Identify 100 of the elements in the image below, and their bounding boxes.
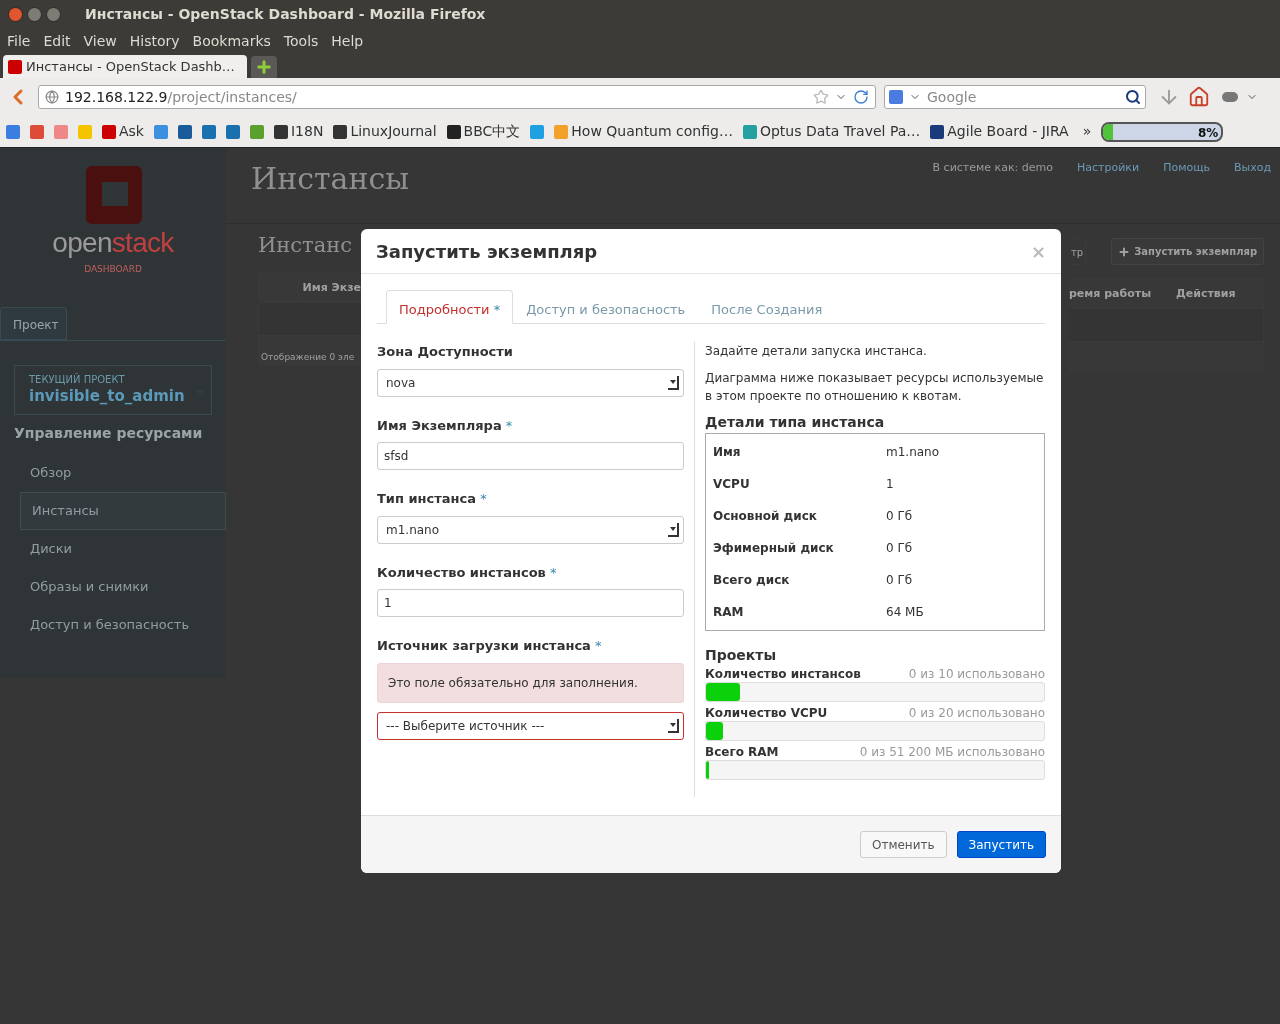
- quota-label: Всего RAM: [705, 744, 780, 760]
- bookmark-link[interactable]: Optus Data Travel Pa…: [742, 121, 921, 142]
- nav-item[interactable]: Доступ и безопасность: [0, 605, 226, 644]
- column-header: ремя работы: [1069, 286, 1153, 302]
- favicon-icon: [226, 124, 240, 139]
- table-cell-text: Всего диск: [713, 572, 791, 589]
- browser-tab[interactable]: Инстансы - OpenStack Dashb…: [3, 55, 247, 78]
- table-cell-text: 0 Гб: [886, 508, 913, 525]
- bookmark-button[interactable]: [178, 124, 192, 139]
- url-text: 192.168.122.9/project/instances/: [65, 87, 297, 107]
- description-text: Диаграмма ниже показывает ресурсы используемые в этом проекте по отношению к квотам.: [705, 370, 1045, 405]
- bookmark-link[interactable]: BBC中文: [446, 121, 521, 142]
- favicon-icon: [78, 124, 92, 139]
- favicon-icon: [30, 124, 44, 139]
- favicon-icon: [250, 124, 264, 139]
- quota-label: Количество инстансов: [705, 666, 862, 682]
- bookmark-button[interactable]: [202, 124, 216, 139]
- modal-title: Запустить экземпляр: [376, 239, 599, 264]
- search-field[interactable]: Google: [884, 85, 1146, 109]
- text-field[interactable]: sfsd: [377, 442, 684, 470]
- search-engine-icon: [889, 90, 903, 104]
- favicon-icon: [742, 124, 757, 139]
- header-link[interactable]: Помощь: [1163, 160, 1210, 177]
- menu-item[interactable]: File: [7, 30, 31, 52]
- maximize-button[interactable]: [46, 6, 61, 22]
- menu-item[interactable]: History: [129, 30, 180, 52]
- table-cell-text: Имя: [713, 444, 742, 461]
- favicon-icon: [202, 124, 216, 139]
- select-field[interactable]: m1.nano: [377, 515, 684, 544]
- star-icon[interactable]: [813, 89, 829, 105]
- bookmark-link[interactable]: How Quantum config…: [554, 121, 733, 142]
- globe-icon: [45, 90, 59, 104]
- bookmark-button[interactable]: [530, 124, 545, 139]
- launch-button[interactable]: Запустить: [956, 831, 1046, 858]
- bookmark-button[interactable]: [226, 124, 240, 139]
- quota-usage: 0 из 10 использовано: [908, 666, 1045, 682]
- bookmark-link[interactable]: I18N: [274, 121, 324, 142]
- dropdown-arrow-icon: [668, 718, 679, 733]
- favicon-icon: [530, 124, 545, 139]
- nav-item[interactable]: Обзор: [0, 453, 226, 492]
- overflow-button[interactable]: »: [1082, 121, 1092, 142]
- text-field[interactable]: 1: [377, 589, 684, 617]
- bookmark-button[interactable]: [154, 124, 168, 139]
- favicon-icon: [930, 124, 945, 139]
- table-cell-text: 0 Гб: [886, 572, 913, 589]
- reload-icon[interactable]: [853, 89, 869, 105]
- column-header: Имя Экзе: [301, 279, 361, 296]
- bookmark-link[interactable]: LinuxJournal: [333, 121, 437, 142]
- bookmark-button[interactable]: [6, 124, 20, 139]
- favicon-icon: [333, 124, 348, 139]
- bookmark-button[interactable]: [250, 124, 264, 139]
- menu-item[interactable]: View: [83, 30, 117, 52]
- bookmark-button[interactable]: [30, 124, 44, 139]
- favicon-icon: [6, 124, 20, 139]
- nav-item[interactable]: Образы и снимки: [0, 567, 226, 606]
- field-label: Имя Экземпляра *: [377, 416, 514, 435]
- search-icon: [1125, 89, 1141, 105]
- project-selector[interactable]: ТЕКУЩИЙ ПРОЕКТ invisible_to_admin: [14, 364, 212, 415]
- bookmark-link[interactable]: Agile Board - JIRA: [930, 121, 1069, 142]
- table-cell-text: Основной диск: [713, 508, 818, 525]
- menu-item[interactable]: Tools: [283, 30, 319, 52]
- window-title: Инстансы - OpenStack Dashboard - Mozilla Firefox: [85, 4, 486, 24]
- form-tab[interactable]: Подробности *: [386, 290, 514, 324]
- logo-subtitle: DASHBOARD: [84, 263, 142, 276]
- home-icon[interactable]: [1188, 86, 1210, 108]
- section-heading: Управление ресурсами: [13, 423, 204, 443]
- select-field[interactable]: --- Выберите источник ---: [377, 711, 684, 740]
- field-label: Источник загрузки инстанса *: [377, 637, 603, 655]
- filter-button[interactable]: тр: [1069, 238, 1087, 265]
- favicon-icon: [274, 124, 288, 139]
- minimize-button[interactable]: [27, 6, 42, 22]
- header-link[interactable]: Выход: [1234, 160, 1272, 177]
- user-text: В системе как: demo: [932, 160, 1053, 176]
- description-text: Задайте детали запуска инстанса.: [705, 343, 928, 360]
- favicon-icon: [8, 59, 22, 74]
- plus-icon: [1118, 245, 1131, 258]
- section-title: Инстанс: [258, 232, 353, 259]
- address-bar[interactable]: 192.168.122.9/project/instances/: [38, 85, 876, 109]
- meter-reading: 8%: [1197, 124, 1219, 140]
- field-label: Количество инстансов *: [377, 563, 558, 582]
- close-button[interactable]: [8, 6, 23, 22]
- menu-item[interactable]: Edit: [43, 30, 71, 52]
- select-field[interactable]: nova: [377, 368, 684, 397]
- cancel-button[interactable]: Отменить: [859, 831, 947, 858]
- sidebar-tab[interactable]: Проект: [0, 306, 67, 340]
- section-heading: Детали типа инстанса: [705, 413, 886, 432]
- field-label: Тип инстанса *: [377, 490, 488, 508]
- bookmark-link[interactable]: Ask: [102, 121, 144, 142]
- nav-item[interactable]: Инстансы: [20, 491, 226, 530]
- menu-item[interactable]: Bookmarks: [192, 30, 271, 52]
- dropdown-arrow-icon: [668, 375, 679, 390]
- favicon-icon: [154, 124, 168, 139]
- favicon-icon: [178, 124, 192, 139]
- nav-item[interactable]: Диски: [0, 529, 226, 568]
- launch-button[interactable]: Запустить экземпляр: [1111, 238, 1265, 265]
- menu-item[interactable]: Help: [331, 30, 364, 52]
- header-link[interactable]: Настройки: [1077, 160, 1140, 177]
- dropdown-arrow-icon: [668, 522, 679, 537]
- new-tab-button[interactable]: [251, 56, 277, 78]
- favicon-icon: [446, 124, 461, 139]
